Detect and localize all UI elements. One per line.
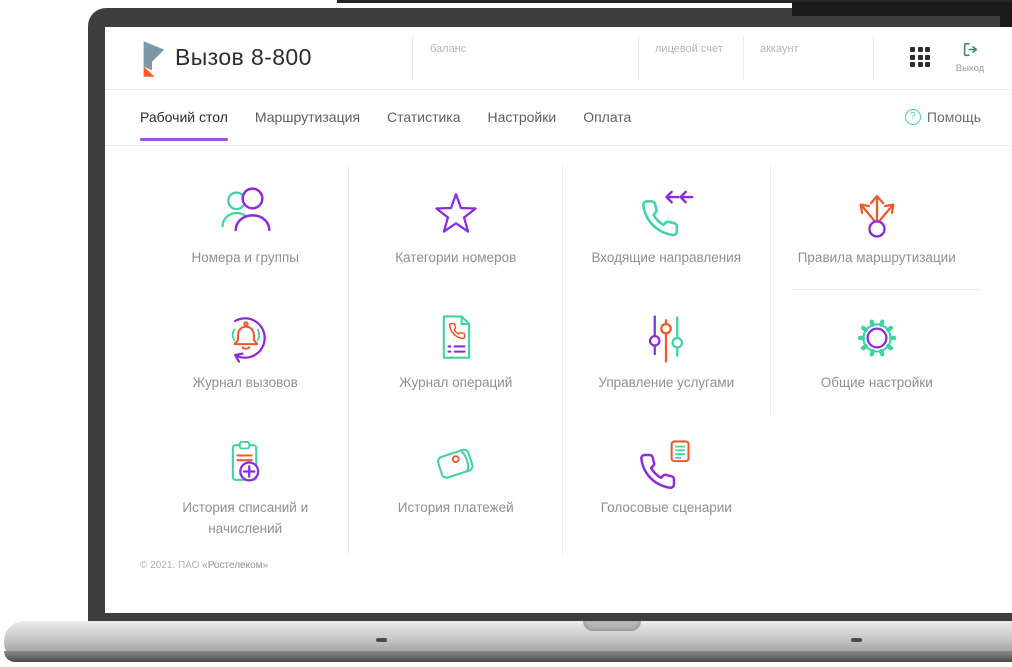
laptop-base-underside [4, 651, 1012, 662]
app-title: Вызов 8-800 [175, 44, 312, 70]
header-divider [412, 36, 413, 81]
header-divider [873, 36, 874, 81]
operations-journal-icon [426, 308, 486, 368]
tile-incoming-directions[interactable]: Входящие направления [561, 165, 772, 290]
grid-divider [348, 165, 349, 555]
users-icon [215, 183, 275, 243]
question-circle-icon: ? [904, 109, 921, 125]
sliders-icon [636, 308, 696, 368]
clipboard-plus-icon [215, 433, 275, 493]
tab-routing[interactable]: Маршрутизация [255, 89, 360, 145]
header-divider [638, 36, 639, 81]
laptop-notch [583, 621, 641, 631]
nav-tabs: Рабочий стол Маршрутизация Статистика На… [140, 89, 631, 145]
laptop-base [4, 621, 1012, 662]
tile-label: Общие настройки [820, 375, 933, 390]
personal-account-label: лицевой счет [655, 43, 723, 55]
tile-routing-rules[interactable]: Правила маршрутизации [772, 165, 983, 290]
tile-label: Голосовые сценарии [600, 500, 732, 515]
tab-settings[interactable]: Настройки [488, 89, 557, 145]
copyright: © 2021. ПАО «Ростелеком» [140, 560, 268, 571]
tile-services-management[interactable]: Управление услугами [561, 290, 772, 415]
tile-label: Входящие направления [591, 250, 742, 265]
grid-divider [793, 289, 982, 290]
tile-charges-history[interactable]: История списаний и начислений [140, 415, 351, 555]
tile-label: История платежей [397, 500, 514, 515]
tile-label: Категории номеров [395, 250, 517, 265]
tile-label: Номера и группы [191, 250, 299, 265]
laptop-foot [851, 638, 862, 642]
incoming-calls-icon [636, 183, 696, 243]
copyright-org: «Ростелеком» [202, 560, 269, 571]
apps-grid-icon [910, 47, 934, 67]
tile-label: Управление услугами [598, 375, 735, 390]
help-label: Помощь [926, 109, 981, 125]
balance-label: баланс [430, 43, 467, 55]
tile-call-journal[interactable]: Журнал вызовов [140, 290, 351, 415]
copyright-prefix: © 2021. ПАО [140, 560, 203, 571]
header-divider [743, 36, 744, 81]
routing-arrows-icon [847, 183, 907, 243]
account-label: аккаунт [760, 43, 799, 55]
tile-label: Журнал вызовов [192, 375, 298, 390]
laptop-screen: Вызов 8-800 баланс лицевой счет аккаунт [105, 27, 1012, 613]
grid-divider [562, 165, 563, 555]
voice-script-icon [636, 433, 696, 493]
grid-divider [770, 165, 771, 415]
tab-payment[interactable]: Оплата [583, 89, 631, 145]
gear-icon [847, 308, 907, 368]
exit-label: Выход [955, 63, 985, 74]
laptop-lid-top-right [792, 2, 1012, 16]
star-icon [426, 183, 486, 243]
main-nav: Рабочий стол Маршрутизация Статистика На… [105, 89, 1012, 146]
tab-statistics[interactable]: Статистика [387, 89, 461, 145]
wallet-icon [426, 433, 486, 493]
tile-voice-scenarios[interactable]: Голосовые сценарии [561, 415, 772, 555]
tab-desktop[interactable]: Рабочий стол [140, 89, 228, 145]
laptop-foot [376, 638, 387, 642]
call-journal-icon [215, 308, 275, 368]
tile-payments-history[interactable]: История платежей [351, 415, 562, 555]
rostelecom-logo[interactable] [138, 38, 166, 80]
help-link[interactable]: ? Помощь [904, 89, 981, 145]
exit-button[interactable]: Выход [947, 41, 993, 74]
tile-empty [772, 415, 983, 555]
logout-icon [962, 41, 979, 58]
app-header: Вызов 8-800 баланс лицевой счет аккаунт [105, 27, 1012, 90]
tile-general-settings[interactable]: Общие настройки [772, 290, 983, 415]
tile-operations-journal[interactable]: Журнал операций [351, 290, 562, 415]
apps-grid-button[interactable] [910, 45, 934, 69]
tile-number-categories[interactable]: Категории номеров [351, 165, 562, 290]
tile-label: История списаний и начислений [182, 500, 309, 536]
tile-label: Журнал операций [399, 375, 513, 390]
dashboard-grid: Номера и группы Категории номеров Входящ… [140, 165, 982, 555]
tile-label: Правила маршрутизации [797, 250, 956, 265]
tile-numbers-groups[interactable]: Номера и группы [140, 165, 351, 290]
